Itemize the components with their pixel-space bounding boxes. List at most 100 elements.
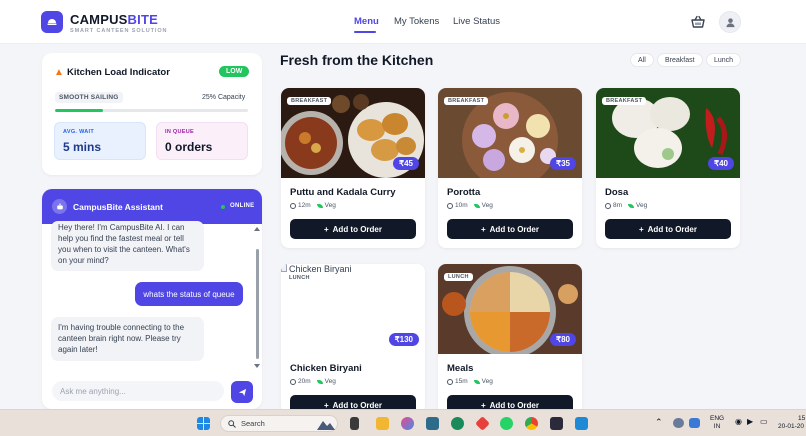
- search-label: Search: [241, 419, 265, 428]
- brand-main: CAMPUS: [70, 12, 128, 27]
- diet-label: Veg: [481, 202, 493, 209]
- nav-my-tokens[interactable]: My Tokens: [394, 16, 439, 27]
- prep-time: 10m: [455, 202, 468, 209]
- chat-title: CampusBite Assistant: [73, 202, 163, 212]
- add-to-order-button[interactable]: + Add to Order: [605, 219, 731, 239]
- clock-icon: [447, 378, 453, 385]
- menu-item-card: BREAKFAST ₹45 Puttu and Kadala Curry 12m…: [281, 88, 425, 248]
- vscode-icon[interactable]: [575, 417, 588, 430]
- leaf-icon: [473, 203, 480, 208]
- task-view-icon[interactable]: [350, 417, 359, 430]
- category-badge: LUNCH: [289, 275, 310, 281]
- chrome-icon[interactable]: [525, 417, 538, 430]
- add-to-order-button[interactable]: + Add to Order: [447, 219, 573, 239]
- battery-icon[interactable]: ▭: [760, 418, 768, 426]
- taskbar-search[interactable]: Search: [220, 415, 338, 432]
- cloud-icon[interactable]: [673, 418, 684, 428]
- chat-header: CampusBite Assistant ONLINE: [42, 189, 262, 224]
- app-icon[interactable]: [475, 416, 490, 431]
- food-meta: 10m Veg: [447, 202, 493, 209]
- diet-label: Veg: [324, 378, 336, 385]
- add-to-order-button[interactable]: + Add to Order: [290, 219, 416, 239]
- chat-input[interactable]: [52, 381, 224, 401]
- brand-name[interactable]: CAMPUSBITE: [70, 12, 158, 27]
- nav-menu[interactable]: Menu: [354, 16, 379, 27]
- food-meta: 12m Veg: [290, 202, 336, 209]
- brand-accent: BITE: [127, 12, 158, 27]
- queue-stat: IN QUEUE 0 orders: [156, 122, 248, 160]
- add-to-order-label: Add to Order: [647, 224, 697, 234]
- prep-time: 15m: [455, 378, 468, 385]
- capacity-text: 25% Capacity: [202, 94, 246, 101]
- kitchen-load-card: ▲ Kitchen Load Indicator LOW SMOOTH SAIL…: [42, 53, 262, 175]
- capacity-bar-fill: [55, 109, 104, 112]
- food-meta: 20m Veg: [290, 378, 336, 385]
- load-status-badge: LOW: [219, 66, 250, 77]
- diet-label: Veg: [636, 202, 648, 209]
- copilot-icon[interactable]: [401, 417, 414, 430]
- basket-icon[interactable]: [691, 15, 705, 29]
- menu-item-card: Chicken Biryani LUNCH ₹130 Chicken Birya…: [281, 264, 425, 414]
- nav-live-status[interactable]: Live Status: [453, 16, 500, 27]
- whatsapp-icon[interactable]: [500, 417, 513, 430]
- leaf-icon: [316, 379, 323, 384]
- capacity-bar: [55, 109, 248, 112]
- scroll-up-arrow-icon[interactable]: [254, 227, 260, 231]
- chat-message-bot: I'm having trouble connecting to the can…: [51, 317, 204, 361]
- language-indicator[interactable]: ENG IN: [710, 415, 724, 431]
- nav-active-indicator: [354, 31, 376, 33]
- chevron-up-icon[interactable]: ⌃: [655, 418, 663, 427]
- wifi-icon[interactable]: ◉: [735, 418, 742, 426]
- online-dot-icon: [221, 205, 225, 209]
- bot-icon: [52, 199, 67, 214]
- category-badge: BREAKFAST: [602, 97, 647, 105]
- chat-scrollbar[interactable]: [256, 249, 259, 359]
- filter-all[interactable]: All: [630, 53, 654, 67]
- logo-icon[interactable]: [41, 11, 63, 33]
- filter-breakfast[interactable]: Breakfast: [657, 53, 703, 67]
- leaf-icon: [316, 203, 323, 208]
- menu-item-card: BREAKFAST ₹35 Porotta 10m Veg + Add to Or…: [438, 88, 582, 248]
- volume-icon[interactable]: ▶: [747, 418, 753, 426]
- store-icon[interactable]: [426, 417, 439, 430]
- category-badge: BREAKFAST: [444, 97, 489, 105]
- diet-label: Veg: [324, 202, 336, 209]
- terminal-icon[interactable]: [550, 417, 563, 430]
- plus-icon: +: [480, 224, 486, 234]
- queue-label: IN QUEUE: [165, 129, 194, 135]
- load-status-text: SMOOTH SAILING: [55, 92, 123, 103]
- avatar[interactable]: [719, 11, 741, 33]
- edge-icon[interactable]: [451, 417, 464, 430]
- taskbar: Search ⌃ ENG IN ◉ ▶ ▭ 15 20-01-20: [0, 409, 806, 436]
- leaf-icon: [628, 203, 635, 208]
- search-highlight-icon: [317, 421, 335, 430]
- clock-icon: [605, 202, 611, 209]
- brand-tagline: SMART CANTEEN SOLUTION: [70, 28, 168, 34]
- language-bottom: IN: [713, 423, 721, 430]
- price-badge: ₹45: [393, 157, 419, 170]
- queue-value: 0 orders: [165, 140, 213, 154]
- food-meta: 8m Veg: [605, 202, 647, 209]
- filter-lunch[interactable]: Lunch: [706, 53, 742, 67]
- tray-app-icon[interactable]: [689, 418, 700, 428]
- menu-item-card: LUNCH ₹80 Meals 15m Veg + Add to Order: [438, 264, 582, 414]
- assistant-chat: CampusBite Assistant ONLINE Hey there! I…: [42, 189, 262, 409]
- chat-message-user: whats the status of queue: [135, 282, 243, 306]
- send-button[interactable]: [231, 381, 253, 403]
- broken-image: Chicken Biryani: [281, 264, 352, 274]
- clock[interactable]: 15 20-01-20: [778, 415, 805, 431]
- load-title: Kitchen Load Indicator: [67, 67, 170, 78]
- menu-item-card: BREAKFAST ₹40 Dosa 8m Veg + Add to Order: [596, 88, 740, 248]
- category-badge: LUNCH: [444, 273, 473, 281]
- scroll-down-arrow-icon[interactable]: [254, 364, 260, 368]
- plus-icon: +: [638, 224, 644, 234]
- section-title: Fresh from the Kitchen: [280, 52, 434, 68]
- windows-start-icon[interactable]: [197, 417, 210, 430]
- broken-image-icon: [281, 264, 287, 272]
- clock-icon: [447, 202, 453, 209]
- prep-time: 12m: [298, 202, 311, 209]
- prep-time: 20m: [298, 378, 311, 385]
- category-badge: BREAKFAST: [287, 97, 332, 105]
- diet-label: Veg: [481, 378, 493, 385]
- file-explorer-icon[interactable]: [376, 417, 389, 430]
